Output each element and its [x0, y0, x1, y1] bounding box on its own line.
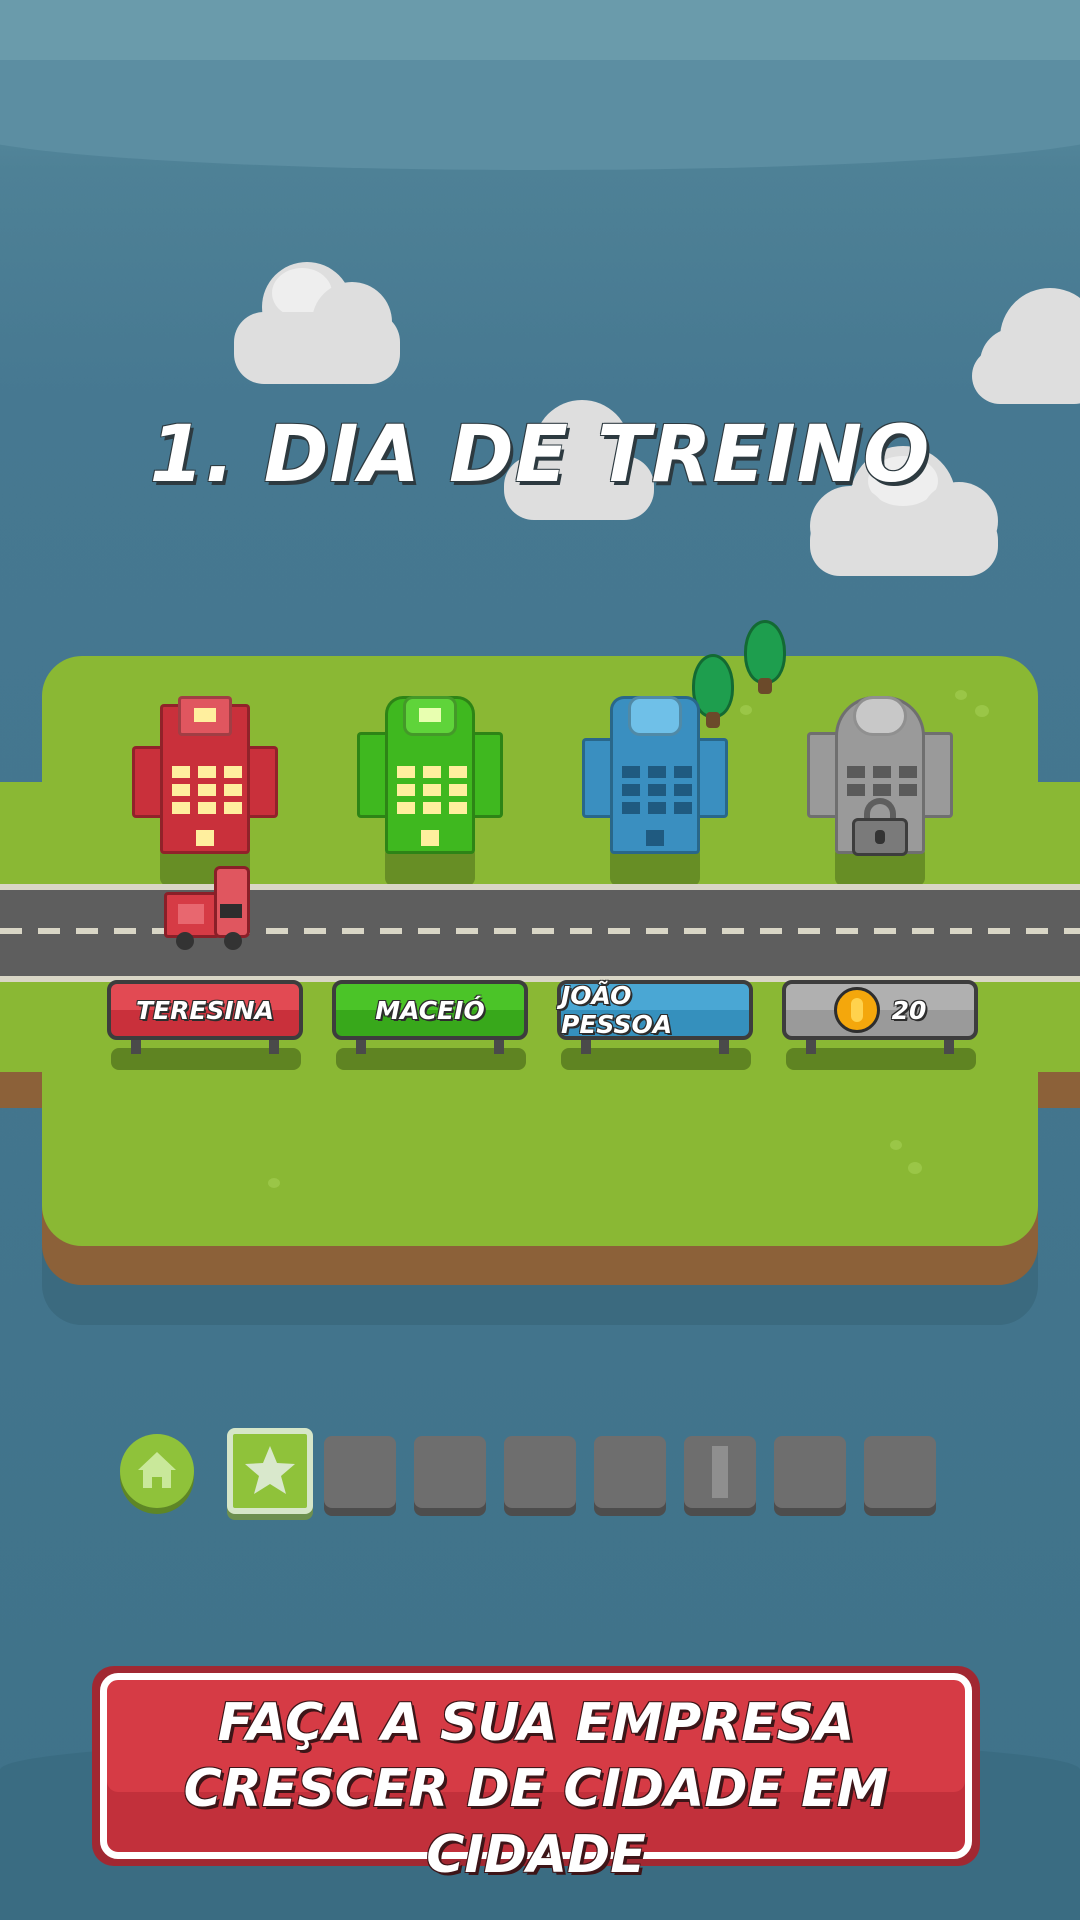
cloud-1 — [232, 262, 402, 386]
city-label-joao-pessoa: JOÃO PESSOA — [557, 980, 753, 1040]
level-3-button[interactable] — [414, 1436, 486, 1508]
city-label-maceio: MACEIÓ — [332, 980, 528, 1040]
level-1-button[interactable] — [227, 1428, 313, 1514]
island-dirt-left — [0, 1072, 45, 1108]
lock-icon — [852, 798, 908, 856]
city-sign-joao-pessoa[interactable]: JOÃO PESSOA — [557, 980, 753, 1070]
home-button[interactable] — [120, 1434, 194, 1508]
coin-icon — [833, 987, 880, 1033]
level-8-button[interactable] — [864, 1436, 936, 1508]
level-2-button[interactable] — [324, 1436, 396, 1508]
grass-dot — [890, 1140, 902, 1150]
city-sign-teresina[interactable]: TERESINA — [107, 980, 303, 1070]
grass-dot — [740, 705, 752, 715]
promo-banner-text: FAÇA A SUA EMPRESA CRESCER DE CIDADE EM … — [100, 1690, 972, 1888]
home-icon — [138, 1452, 176, 1488]
price-value: 20 — [891, 995, 927, 1025]
grass-dot — [975, 705, 989, 717]
level-6-button[interactable] — [684, 1436, 756, 1508]
cloud-2 — [970, 288, 1080, 418]
building-locked[interactable] — [807, 696, 953, 896]
building-maceio[interactable] — [357, 696, 503, 896]
star-icon — [245, 1446, 295, 1494]
banner-line-1: FAÇA A SUA EMPRESA — [217, 1693, 855, 1753]
grass-dot — [908, 1162, 922, 1174]
sky-wave-2 — [0, 60, 1080, 170]
island-dirt-right — [1035, 1072, 1080, 1108]
grass-dot — [268, 1178, 280, 1188]
level-title: 1. DIA DE TREINO — [149, 410, 931, 500]
level-marker — [712, 1446, 728, 1498]
level-5-button[interactable] — [594, 1436, 666, 1508]
grass-dot — [955, 690, 967, 700]
level-7-button[interactable] — [774, 1436, 846, 1508]
road — [0, 884, 1080, 982]
level-4-button[interactable] — [504, 1436, 576, 1508]
truck-icon — [164, 864, 252, 950]
city-sign-locked[interactable]: 20 — [782, 980, 978, 1070]
banner-line-2: CRESCER DE CIDADE EM CIDADE — [183, 1759, 889, 1885]
city-sign-maceio[interactable]: MACEIÓ — [332, 980, 528, 1070]
city-label-teresina: TERESINA — [107, 980, 303, 1040]
unlock-price: 20 — [782, 980, 978, 1040]
building-joao-pessoa[interactable] — [582, 696, 728, 896]
